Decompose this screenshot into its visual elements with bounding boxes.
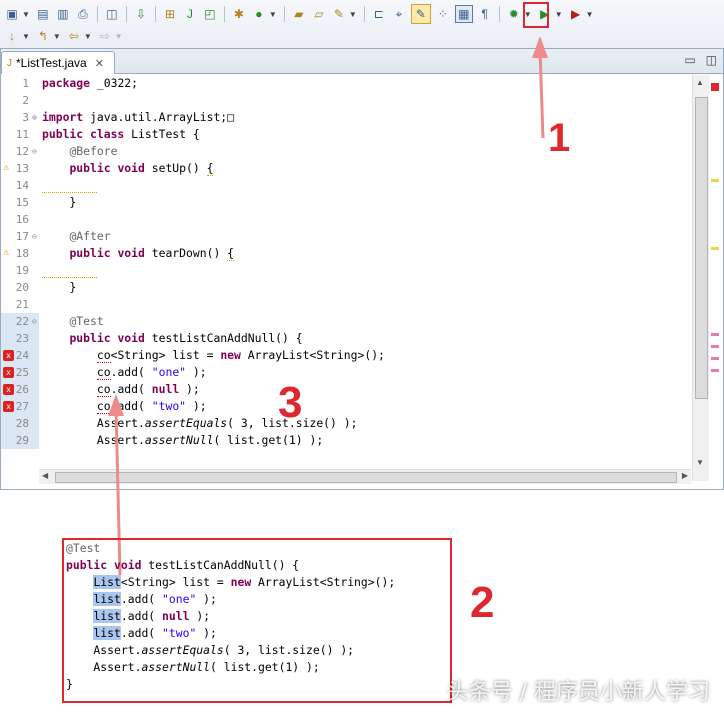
arrow-3-head	[108, 394, 124, 416]
code-token: .add(	[120, 609, 163, 623]
code-token: );	[196, 592, 217, 606]
code-snippet-result: @Test public void testListCanAddNull() { …	[62, 538, 452, 703]
code-token: testListCanAddNull() {	[141, 558, 300, 572]
snippet-line: Assert.assertEquals( 3, list.size() );	[66, 642, 354, 659]
snippet-line: @Test	[66, 540, 100, 557]
code-token: "two"	[162, 626, 197, 640]
code-token: assertEquals	[141, 643, 224, 657]
code-token: new	[230, 575, 252, 589]
annotation-label-1: 1	[548, 116, 571, 160]
code-token: ArrayList<String>();	[251, 575, 396, 589]
block-selection: list	[93, 592, 121, 606]
code-token: );	[196, 626, 217, 640]
code-token: Assert.	[66, 643, 142, 657]
watermark: 头条号 / 程序员小新人学习	[446, 680, 710, 705]
arrow-1-head	[532, 36, 548, 58]
snippet-line: }	[66, 676, 73, 693]
code-token: public void	[66, 558, 142, 572]
code-token: ( list.get(1) );	[210, 660, 320, 674]
code-token: Assert.	[66, 660, 142, 674]
code-token: "one"	[162, 592, 197, 606]
code-token: null	[162, 609, 190, 623]
code-token: );	[189, 609, 211, 623]
annotation-label-3: 3	[278, 378, 303, 427]
snippet-line: list.add( "two" );	[66, 625, 217, 642]
code-token: }	[66, 677, 73, 691]
annotation-label-2: 2	[470, 578, 495, 627]
code-token: assertNull	[141, 660, 211, 674]
snippet-line: public void testListCanAddNull() {	[66, 557, 299, 574]
snippet-line: list.add( null );	[66, 608, 210, 625]
code-token: .add(	[120, 592, 163, 606]
block-selection: list	[93, 626, 121, 640]
block-selection: list	[93, 609, 121, 623]
snippet-line: Assert.assertNull( list.get(1) );	[66, 659, 320, 676]
block-selection: List	[93, 575, 121, 589]
arrow-1-shaft	[538, 49, 545, 139]
snippet-line: List<String> list = new ArrayList<String…	[66, 574, 395, 591]
code-token: ( 3, list.size() );	[223, 643, 355, 657]
code-token: .add(	[120, 626, 163, 640]
code-token: <String> list =	[120, 575, 231, 589]
snippet-line: list.add( "one" );	[66, 591, 217, 608]
code-token: @Test	[66, 541, 101, 555]
